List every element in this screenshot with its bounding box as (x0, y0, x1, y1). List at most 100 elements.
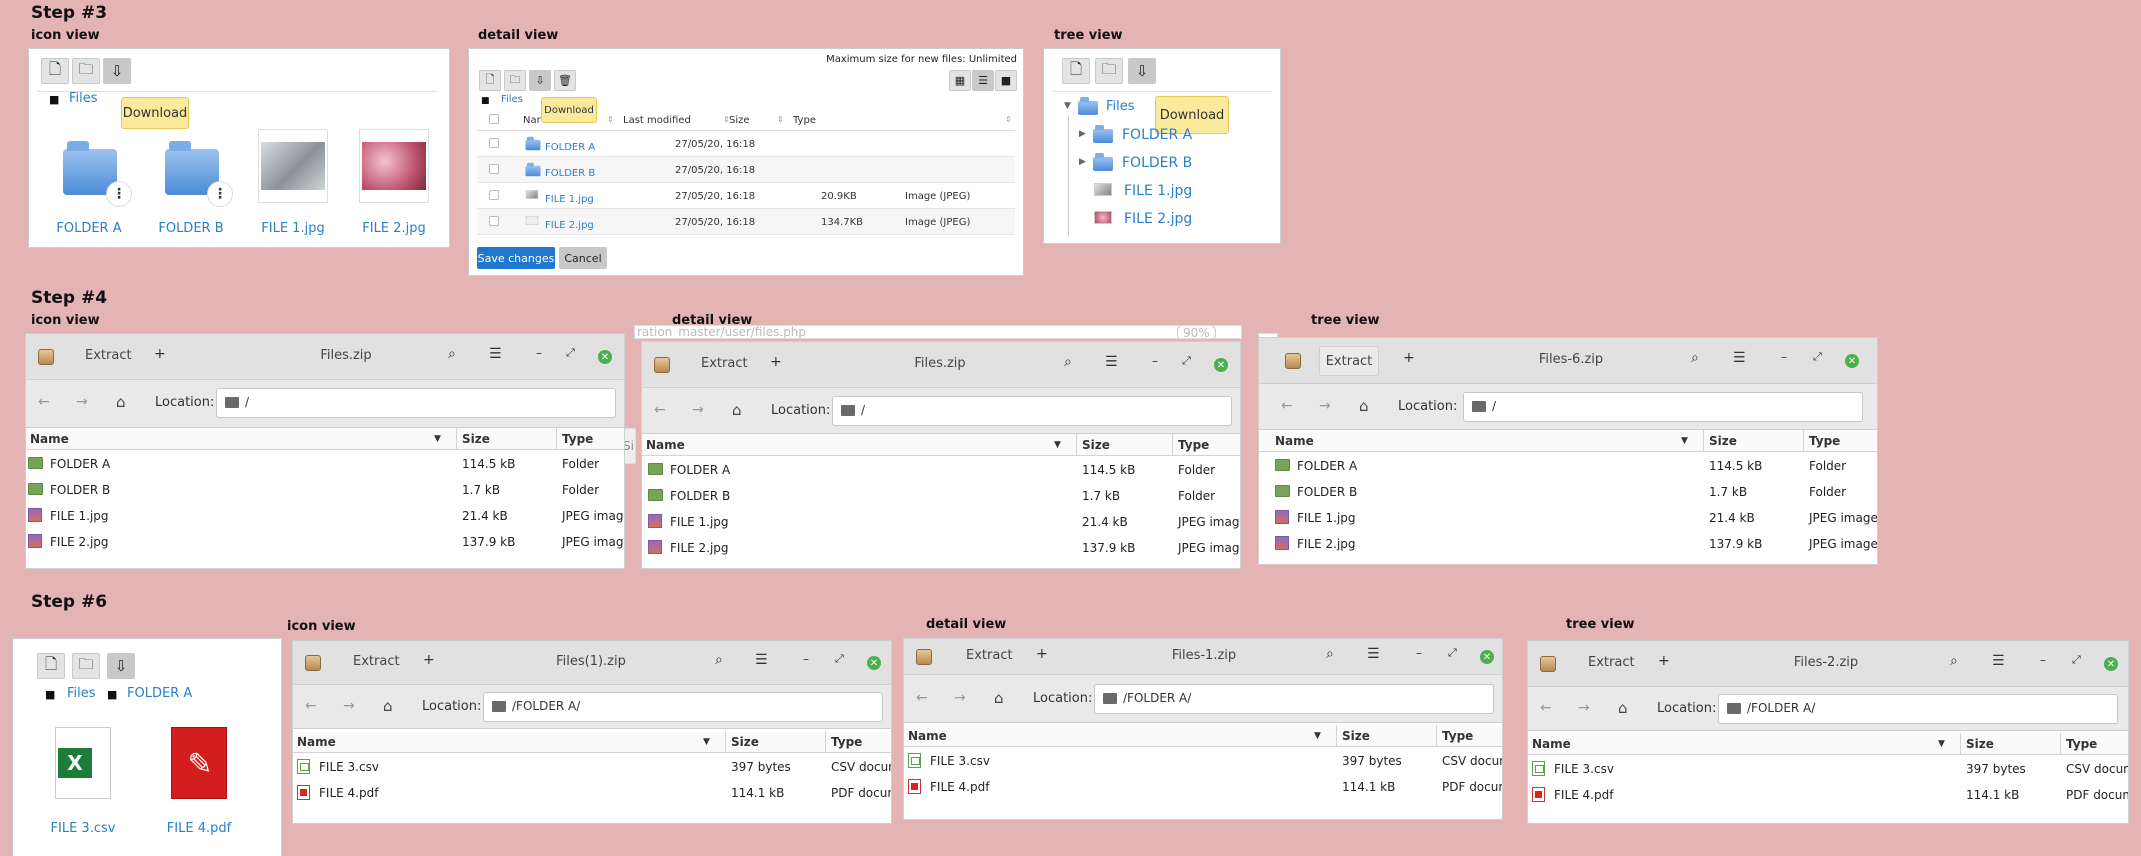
upload-button[interactable]: ⇩ (529, 70, 551, 91)
add-icon[interactable]: + (154, 346, 166, 362)
back-arrow-icon[interactable]: ← (305, 698, 317, 714)
row-name[interactable]: FILE 2.jpg (545, 220, 594, 231)
detail-view-toggle[interactable]: ☰ (972, 70, 994, 91)
forward-arrow-icon[interactable]: → (692, 402, 704, 418)
extract-button[interactable]: Extract (701, 356, 748, 371)
extract-button[interactable]: Extract (1588, 655, 1635, 670)
minimize-icon[interactable]: – (1416, 646, 1422, 660)
close-icon[interactable]: ✕ (867, 656, 881, 670)
restore-icon[interactable]: ⤢ (835, 652, 844, 666)
col-size[interactable]: Size (462, 432, 490, 446)
new-file-button[interactable]: 🗋 (37, 653, 65, 679)
forward-arrow-icon[interactable]: → (1319, 398, 1331, 414)
col-last-modified[interactable]: Last modified (623, 115, 691, 126)
close-icon[interactable]: ✕ (598, 350, 612, 364)
location-input[interactable]: / (1463, 392, 1863, 422)
extract-button[interactable]: Extract (85, 348, 132, 363)
home-icon[interactable]: ⌂ (1618, 699, 1628, 717)
file-2-label[interactable]: FILE 2.jpg (344, 221, 444, 236)
table-row[interactable]: FILE 3.csv 397 bytes CSV docum (1528, 759, 2128, 778)
home-icon[interactable]: ⌂ (383, 697, 393, 715)
delete-button[interactable]: 🗑 (554, 70, 576, 91)
minimize-icon[interactable]: – (803, 652, 809, 666)
back-arrow-icon[interactable]: ← (38, 394, 50, 410)
save-changes-button[interactable]: Save changes (477, 247, 555, 269)
folder-b-label[interactable]: FOLDER B (141, 221, 241, 236)
table-row[interactable]: FILE 1.jpg 27/05/20, 16:18 20.9KB Image … (477, 183, 1015, 209)
col-name[interactable]: Name (1275, 434, 1314, 448)
table-row[interactable]: FOLDER A 114.5 kB Folder (642, 460, 1240, 479)
extract-button[interactable]: Extract (966, 648, 1013, 663)
tree-folder-b[interactable]: FOLDER B (1122, 155, 1192, 171)
table-row[interactable]: FILE 1.jpg 21.4 kB JPEG image (26, 506, 624, 525)
back-arrow-icon[interactable]: ← (1540, 700, 1552, 716)
table-row[interactable]: FILE 4.pdf 114.1 kB PDF docum (904, 777, 1502, 796)
excel-file-icon[interactable]: X (55, 727, 111, 799)
col-type[interactable]: Type (1442, 729, 1473, 743)
col-size[interactable]: Size (1082, 438, 1110, 452)
add-icon[interactable]: + (770, 354, 782, 370)
col-type[interactable]: Type (562, 432, 593, 446)
restore-icon[interactable]: ⤢ (1813, 350, 1822, 364)
icon-view-toggle[interactable]: ▦ (949, 70, 971, 91)
row-name[interactable]: FILE 1.jpg (545, 194, 594, 205)
home-icon[interactable]: ⌂ (732, 401, 742, 419)
sort-down-icon[interactable]: ▼ (1314, 731, 1321, 741)
table-row[interactable]: FOLDER A 27/05/20, 16:18 (477, 131, 1015, 157)
tree-folder-a[interactable]: FOLDER A (1122, 127, 1192, 143)
table-row[interactable]: FILE 4.pdf 114.1 kB PDF docum (293, 783, 891, 802)
col-size[interactable]: Size (1342, 729, 1370, 743)
folder-a-menu-button[interactable]: ⋮ (106, 181, 132, 207)
search-icon[interactable]: ⌕ (1326, 646, 1334, 662)
upload-button[interactable]: ⇩ (103, 58, 131, 84)
select-all-checkbox[interactable] (489, 114, 499, 124)
search-icon[interactable]: ⌕ (1691, 350, 1699, 366)
restore-icon[interactable]: ⤢ (566, 346, 575, 360)
close-icon[interactable]: ✕ (2104, 657, 2118, 671)
tree-root-files[interactable]: Files (1106, 99, 1135, 114)
table-row[interactable]: FOLDER B 1.7 kB Folder (1259, 482, 1877, 501)
back-arrow-icon[interactable]: ← (654, 402, 666, 418)
row-checkbox[interactable] (489, 164, 499, 174)
new-file-button[interactable]: 🗋 (479, 70, 501, 91)
table-row[interactable]: FOLDER A 114.5 kB Folder (1259, 456, 1877, 475)
tree-file-2[interactable]: FILE 2.jpg (1124, 211, 1192, 227)
col-type[interactable]: Type (1178, 438, 1209, 452)
file-4-label[interactable]: FILE 4.pdf (149, 821, 249, 836)
breadcrumb-files[interactable]: Files (67, 686, 96, 701)
location-input[interactable]: / (216, 388, 616, 418)
col-size[interactable]: Size (731, 735, 759, 749)
restore-icon[interactable]: ⤢ (1448, 646, 1457, 660)
row-checkbox[interactable] (489, 190, 499, 200)
upload-button[interactable]: ⇩ (107, 653, 135, 679)
upload-button[interactable]: ⇩ (1128, 58, 1156, 84)
menu-icon[interactable]: ☰ (1105, 354, 1118, 370)
row-checkbox[interactable] (489, 138, 499, 148)
forward-arrow-icon[interactable]: → (76, 394, 88, 410)
menu-icon[interactable]: ☰ (1367, 646, 1380, 662)
menu-icon[interactable]: ☰ (1992, 653, 2005, 669)
table-row[interactable]: FILE 4.pdf 114.1 kB PDF docum (1528, 785, 2128, 804)
location-input[interactable]: /FOLDER A/ (483, 692, 883, 722)
table-row[interactable]: FOLDER A 114.5 kB Folder (26, 454, 624, 473)
col-type[interactable]: Type (1809, 434, 1840, 448)
folder-a-label[interactable]: FOLDER A (39, 221, 139, 236)
expand-arrow-icon[interactable]: ▶ (1079, 157, 1086, 167)
file-2-thumbnail[interactable] (359, 129, 429, 203)
col-name[interactable]: Nar (523, 115, 541, 126)
new-folder-button[interactable]: 🗀 (72, 58, 100, 84)
forward-arrow-icon[interactable]: → (1578, 700, 1590, 716)
table-row[interactable]: FILE 1.jpg 21.4 kB JPEG image (1259, 508, 1877, 527)
sort-down-icon[interactable]: ▼ (1681, 436, 1688, 446)
close-icon[interactable]: ✕ (1845, 354, 1859, 368)
table-row[interactable]: FOLDER B 1.7 kB Folder (26, 480, 624, 499)
folder-b-menu-button[interactable]: ⋮ (207, 181, 233, 207)
back-arrow-icon[interactable]: ← (916, 690, 928, 706)
collapse-arrow-icon[interactable]: ▼ (1064, 101, 1071, 111)
location-input[interactable]: /FOLDER A/ (1718, 694, 2118, 724)
table-row[interactable]: FILE 2.jpg 137.9 kB JPEG image (642, 538, 1240, 557)
col-type[interactable]: Type (793, 115, 816, 126)
back-arrow-icon[interactable]: ← (1281, 398, 1293, 414)
table-row[interactable]: FILE 3.csv 397 bytes CSV docum (293, 757, 891, 776)
minimize-icon[interactable]: – (1152, 354, 1158, 368)
